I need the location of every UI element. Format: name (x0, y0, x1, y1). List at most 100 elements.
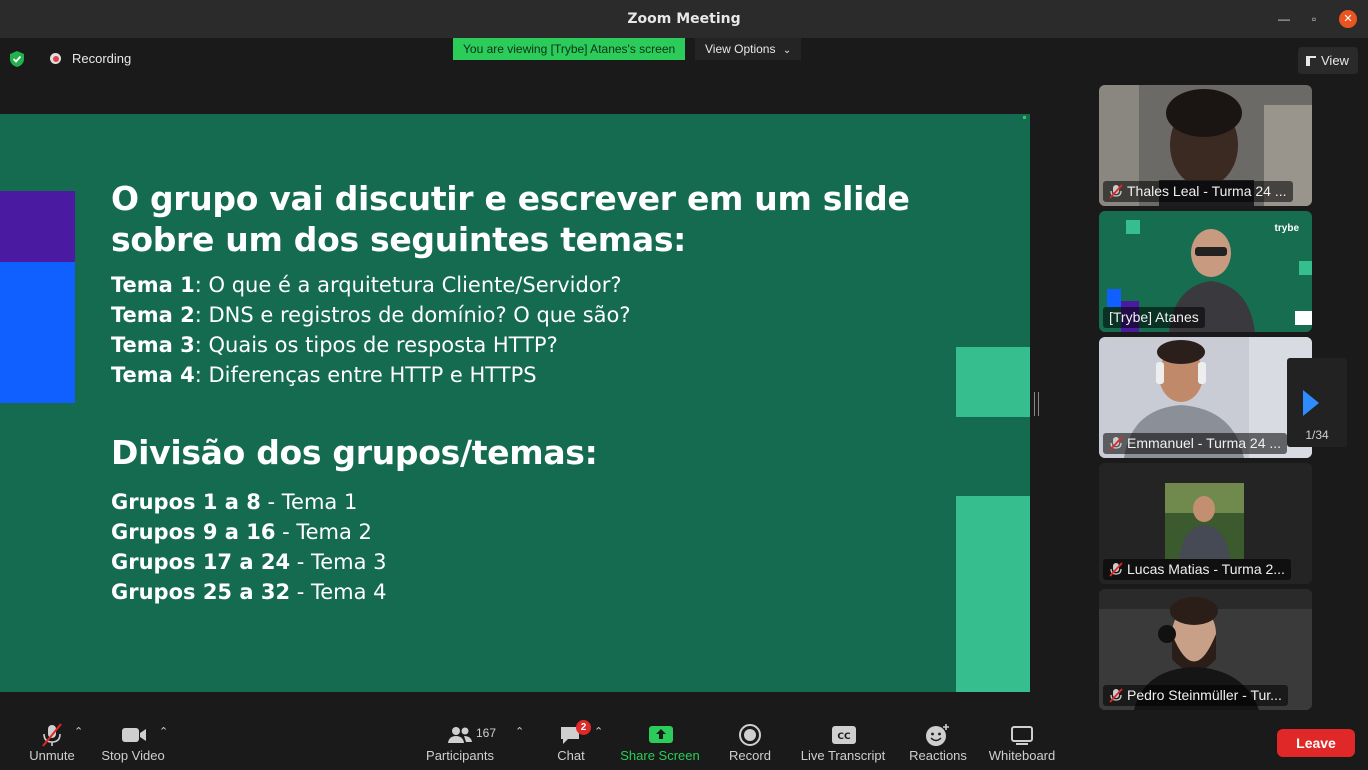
whiteboard-button[interactable]: Whiteboard (984, 716, 1060, 770)
viewing-screen-banner: You are viewing [Trybe] Atanes's screen (453, 38, 686, 60)
meeting-toolbar: Unmute ⌃ Stop Video ⌃ 167 Participants ⌃… (0, 716, 1368, 770)
grupo-text: - Tema 3 (290, 550, 387, 574)
record-button[interactable]: Record (722, 716, 778, 770)
tema-4: Tema 4: Diferenças entre HTTP e HTTPS (111, 360, 537, 390)
chat-unread-badge: 2 (576, 720, 591, 735)
participant-name: [Trybe] Atanes (1103, 307, 1205, 328)
tema-label: Tema 4 (111, 363, 195, 387)
participant-name: Pedro Steinmüller - Tur... (1103, 685, 1288, 706)
slide-marker (1023, 116, 1026, 119)
chevron-up-icon[interactable]: ⌃ (594, 725, 603, 738)
tema-text: : O que é a arquitetura Cliente/Servidor… (194, 273, 622, 297)
record-icon (739, 724, 761, 746)
share-screen-button[interactable]: Share Screen (614, 716, 706, 770)
minimize-icon[interactable]: — (1275, 10, 1293, 28)
maximize-icon[interactable]: ▫ (1305, 10, 1323, 28)
share-screen-icon (649, 726, 673, 743)
grupo-text: - Tema 4 (290, 580, 387, 604)
tema-2: Tema 2: DNS e registros de domínio? O qu… (111, 300, 631, 330)
chevron-right-icon (1303, 390, 1319, 416)
participant-tile[interactable]: Emmanuel - Turma 24 ... (1099, 337, 1312, 458)
participant-tile[interactable]: Lucas Matias - Turma 2... (1099, 463, 1312, 584)
participants-count: 167 (476, 726, 497, 740)
participant-name-text: Pedro Steinmüller - Tur... (1127, 687, 1282, 703)
chevron-up-icon[interactable]: ⌃ (159, 725, 168, 738)
mic-muted-icon (1109, 436, 1123, 451)
chevron-up-icon[interactable]: ⌃ (515, 725, 524, 738)
close-icon[interactable]: ✕ (1339, 10, 1357, 28)
grupo-label: Grupos 17 a 24 (111, 550, 291, 574)
grupo-1: Grupos 1 a 8 - Tema 1 (111, 487, 357, 517)
heading1-line1: O grupo vai discutir e escrever em um sl… (111, 179, 910, 218)
grupo-text: - Tema 2 (275, 520, 372, 544)
tema-label: Tema 1 (111, 273, 195, 297)
participant-tile[interactable]: Thales Leal - Turma 24 ... (1099, 85, 1312, 206)
leave-button[interactable]: Leave (1277, 729, 1355, 757)
shared-screen-slide: O grupo vai discutir e escrever em um sl… (0, 114, 1030, 692)
reactions-label: Reactions (909, 748, 967, 763)
slide-heading-2: Divisão dos grupos/temas: (111, 433, 598, 472)
blue-block (0, 262, 75, 403)
security-shield-icon[interactable] (9, 50, 25, 68)
slide-heading-1: O grupo vai discutir e escrever em um sl… (111, 178, 910, 260)
heading1-line2: sobre um dos seguintes temas: (111, 220, 687, 259)
record-label: Record (729, 748, 771, 763)
live-transcript-button[interactable]: CC Live Transcript (796, 716, 890, 770)
tema-text: : Quais os tipos de resposta HTTP? (194, 333, 558, 357)
participant-tile[interactable]: trybe [Trybe] Atanes (1099, 211, 1312, 332)
video-camera-icon (122, 728, 146, 742)
participant-name: Thales Leal - Turma 24 ... (1103, 181, 1293, 202)
live-transcript-label: Live Transcript (800, 748, 886, 763)
tema-text: : Diferenças entre HTTP e HTTPS (194, 363, 537, 387)
participant-name: Emmanuel - Turma 24 ... (1103, 433, 1288, 454)
gallery-next-page-button[interactable]: 1/34 (1287, 358, 1347, 447)
stop-video-label: Stop Video (101, 748, 165, 763)
closed-captions-icon: CC (832, 726, 856, 744)
window-title: Zoom Meeting (627, 11, 741, 27)
share-screen-label: Share Screen (620, 748, 700, 763)
whiteboard-icon (1011, 726, 1033, 745)
whiteboard-label: Whiteboard (988, 748, 1056, 763)
mic-muted-icon (1109, 562, 1123, 577)
grupo-3: Grupos 17 a 24 - Tema 3 (111, 547, 387, 577)
chevron-down-icon: ⌄ (782, 45, 792, 56)
participant-tile[interactable]: Pedro Steinmüller - Tur... (1099, 589, 1312, 710)
tema-label: Tema 2 (111, 303, 195, 327)
trybe-logo: trybe (1274, 223, 1299, 234)
mic-muted-icon (1109, 688, 1123, 703)
participants-button[interactable]: 167 Participants (420, 716, 500, 770)
chat-label: Chat (557, 748, 585, 763)
split-resize-handle[interactable] (1034, 392, 1039, 416)
view-options-button[interactable]: View Options ⌄ (695, 38, 801, 60)
unmute-button[interactable]: Unmute (22, 716, 82, 770)
view-label: View (1321, 53, 1349, 68)
grupo-text: - Tema 1 (260, 490, 358, 514)
participant-name-text: Emmanuel - Turma 24 ... (1127, 435, 1282, 451)
chevron-up-icon[interactable]: ⌃ (74, 725, 83, 738)
tema-label: Tema 3 (111, 333, 195, 357)
meeting-topbar: Recording You are viewing [Trybe] Atanes… (0, 38, 1368, 80)
recording-label: Recording (72, 51, 132, 66)
participants-icon (448, 727, 472, 743)
mint-block-bottom (956, 496, 1030, 692)
recording-icon (50, 53, 61, 64)
reactions-smiley-icon (926, 724, 949, 746)
view-button[interactable]: View (1298, 47, 1358, 74)
grupo-4: Grupos 25 a 32 - Tema 4 (111, 577, 387, 607)
grupo-label: Grupos 25 a 32 (111, 580, 291, 604)
grupo-label: Grupos 1 a 8 (111, 490, 261, 514)
participant-name-text: Thales Leal - Turma 24 ... (1127, 183, 1287, 199)
page-count: 1/34 (1305, 428, 1329, 442)
participants-label: Participants (426, 748, 494, 763)
grupo-label: Grupos 9 a 16 (111, 520, 276, 544)
mic-muted-icon (1109, 184, 1123, 199)
reactions-button[interactable]: Reactions (906, 716, 970, 770)
participant-name-text: [Trybe] Atanes (1109, 309, 1199, 325)
mint-block-top (956, 347, 1030, 417)
tema-text: : DNS e registros de domínio? O que são? (194, 303, 631, 327)
window-titlebar: Zoom Meeting — ▫ ✕ (0, 0, 1368, 38)
view-options-label: View Options (705, 42, 776, 56)
grupo-2: Grupos 9 a 16 - Tema 2 (111, 517, 372, 547)
purple-block (0, 191, 75, 262)
tema-1: Tema 1: O que é a arquitetura Cliente/Se… (111, 270, 621, 300)
